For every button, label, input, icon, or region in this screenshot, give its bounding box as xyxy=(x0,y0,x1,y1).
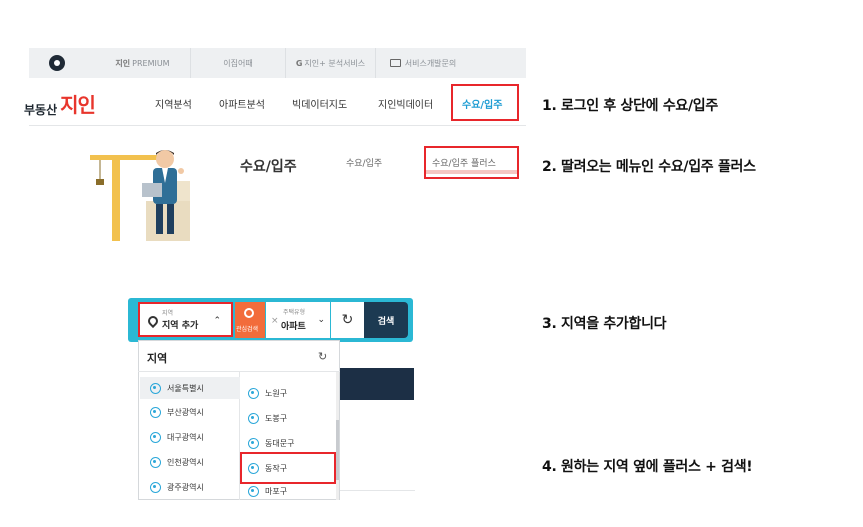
home-icon[interactable] xyxy=(49,55,65,71)
nav-bigdata-map[interactable]: 빅데이터지도 xyxy=(292,96,347,111)
location-icon xyxy=(248,387,259,399)
monitor-icon xyxy=(389,59,401,67)
location-icon xyxy=(150,382,161,394)
province-label: 부산광역시 xyxy=(167,407,204,417)
premium-label: PREMIUM xyxy=(132,58,170,68)
businessman-illustration xyxy=(90,143,190,243)
district-label: 동대문구 xyxy=(265,438,295,448)
chevron-up-icon: ⌃ xyxy=(213,316,221,326)
district-label: 도봉구 xyxy=(265,413,288,423)
premium-brand: 지인 xyxy=(115,58,131,68)
district-item-dongdaemun[interactable]: 동대문구 xyxy=(246,433,334,453)
search-icon xyxy=(244,308,254,318)
province-item-gwangju[interactable]: 광주광역시 xyxy=(140,476,240,498)
nav-divider xyxy=(29,125,526,126)
housing-type-value: 아파트 xyxy=(281,322,306,332)
service-inquiry-tab[interactable]: 서비스개발문의 xyxy=(375,48,470,78)
district-label: 마포구 xyxy=(265,486,288,496)
premium-tab[interactable]: 지인 PREMIUM xyxy=(95,48,190,78)
housing-type-small-label: 주택유형 xyxy=(283,309,306,316)
province-item-daegu[interactable]: 대구광역시 xyxy=(140,426,240,448)
province-item-seoul[interactable]: 서울특별시 xyxy=(140,377,240,399)
district-item-mapo[interactable]: 마포구 xyxy=(246,483,334,499)
region-add-button[interactable]: 지역 지역 추가 ⌃ xyxy=(138,302,233,337)
location-icon xyxy=(248,412,259,424)
submenu-title: 수요/입주 xyxy=(240,159,297,175)
nav-region-analysis[interactable]: 지역분석 xyxy=(155,96,192,111)
background-band xyxy=(340,368,414,400)
housing-type-select[interactable]: × 주택유형 아파트 ⌄ xyxy=(266,302,330,338)
nav-supply-move-in[interactable]: 수요/입주 xyxy=(462,96,502,111)
search-button[interactable]: 검색 xyxy=(364,302,408,338)
location-icon xyxy=(248,437,259,449)
region-small-label: 지역 xyxy=(162,310,174,317)
instruction-step-4: 4. 원하는 지역 옆에 플러스 + 검색! xyxy=(542,459,753,475)
district-label: 노원구 xyxy=(265,388,288,398)
site-logo[interactable]: 부동산 지인 xyxy=(24,92,96,118)
province-item-busan[interactable]: 부산광역시 xyxy=(140,401,240,423)
interest-search-button[interactable]: 관심검색 xyxy=(235,302,265,338)
nav-jiin-bigdata[interactable]: 지인빅데이터 xyxy=(378,96,433,111)
region-add-label: 지역 추가 xyxy=(162,321,199,331)
submenu-link-supply[interactable]: 수요/입주 xyxy=(346,156,382,169)
interest-search-label: 관심검색 xyxy=(236,326,259,333)
location-icon xyxy=(150,456,161,468)
district-item-dobong[interactable]: 도봉구 xyxy=(246,408,334,428)
location-icon xyxy=(150,431,161,443)
instruction-step-3: 3. 지역을 추가합니다 xyxy=(542,316,667,332)
submenu-highlight-box xyxy=(424,146,519,179)
dropdown-scroll-thumb[interactable] xyxy=(336,420,339,480)
chevron-down-icon: ⌄ xyxy=(317,315,325,325)
ijip-tab[interactable]: 이집어때 xyxy=(190,48,285,78)
reset-button[interactable]: ↻ xyxy=(331,302,364,338)
province-label: 서울특별시 xyxy=(167,383,204,393)
instruction-step-2: 2. 딸려오는 메뉴인 수요/입주 플러스 xyxy=(542,159,756,175)
service-inquiry-label: 서비스개발문의 xyxy=(404,58,457,68)
district-item-nowon[interactable]: 노원구 xyxy=(246,383,334,403)
jiin-plus-brand: G xyxy=(295,58,303,68)
location-icon xyxy=(150,481,161,493)
province-item-incheon[interactable]: 인천광역시 xyxy=(140,451,240,473)
jiin-plus-label: 지인+ 분석서비스 xyxy=(304,58,366,68)
jiin-plus-tab[interactable]: G 지인+ 분석서비스 xyxy=(285,48,375,78)
ijip-label: 이집어때 xyxy=(223,58,253,68)
clear-icon[interactable]: × xyxy=(271,316,279,326)
logo-big-text: 지인 xyxy=(60,93,96,117)
province-label: 광주광역시 xyxy=(167,482,204,492)
refresh-icon: ↻ xyxy=(341,312,354,328)
province-label: 대구광역시 xyxy=(167,432,204,442)
dropdown-header: 지역 xyxy=(147,352,168,365)
location-icon xyxy=(150,406,161,418)
location-icon xyxy=(248,485,259,497)
logo-small-text: 부동산 xyxy=(24,103,58,117)
background-line xyxy=(340,490,415,491)
instruction-step-1: 1. 로그인 후 상단에 수요/입주 xyxy=(542,98,718,114)
province-label: 인천광역시 xyxy=(167,457,204,467)
location-pin-icon xyxy=(145,313,161,329)
district-highlight-box xyxy=(240,452,336,484)
dropdown-refresh-icon[interactable]: ↻ xyxy=(318,350,327,363)
nav-apartment-analysis[interactable]: 아파트분석 xyxy=(219,96,265,111)
